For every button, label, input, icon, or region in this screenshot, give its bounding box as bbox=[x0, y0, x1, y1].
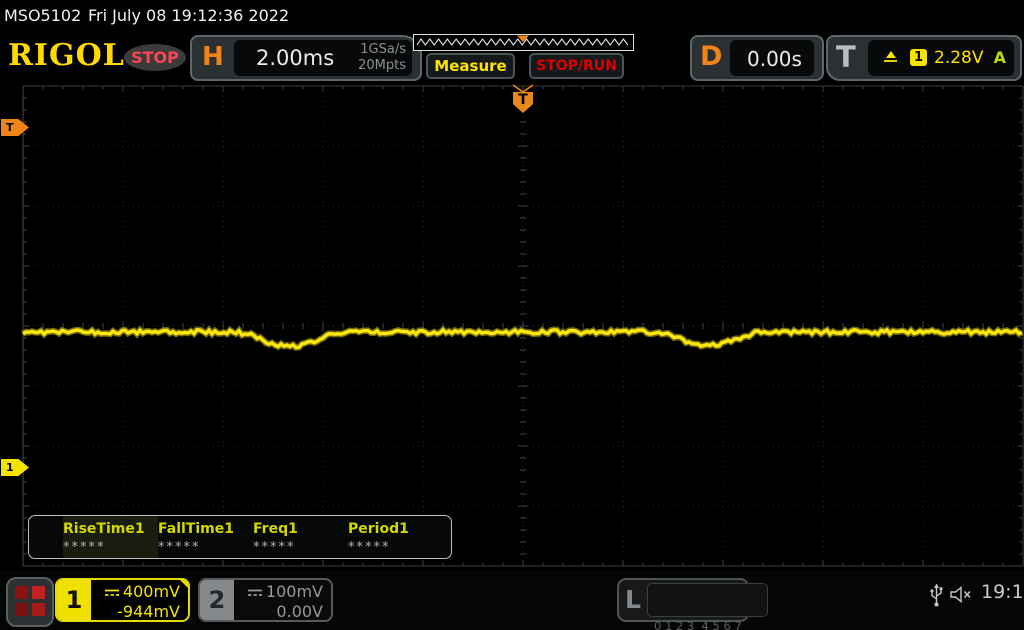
quick-menu-icon[interactable] bbox=[6, 577, 54, 627]
memory-waveform-icon bbox=[413, 34, 634, 51]
measurement-label: RiseTime1 bbox=[63, 521, 145, 537]
trigger-inner: 1 2.28V A bbox=[868, 40, 1014, 76]
measure-button[interactable]: Measure bbox=[426, 53, 515, 79]
trigger-level-value: 2.28V bbox=[934, 48, 984, 68]
channel1-badge[interactable]: 1 400mV -944mV bbox=[55, 578, 190, 622]
dc-coupling-icon bbox=[104, 583, 120, 602]
channel1-corner-fold bbox=[178, 580, 188, 590]
horizontal-inner: 2.00ms 1GSa/s 20Mpts bbox=[234, 40, 412, 76]
model-label: MSO5102 bbox=[4, 6, 82, 25]
bottom-bar: 1 400mV -944mV 2 100mV 0.00V L 0 1 2 3 4… bbox=[0, 570, 1024, 630]
stop-run-button[interactable]: STOP/RUN bbox=[529, 53, 624, 79]
channel2-offset: 0.00V bbox=[276, 602, 323, 621]
run-state-badge: STOP bbox=[124, 44, 186, 71]
waveform-display[interactable]: T 1 T bbox=[0, 82, 1024, 570]
menu-square bbox=[15, 586, 28, 599]
channel2-scale-line: 100mV bbox=[234, 582, 323, 602]
trigger-chevron-icon bbox=[512, 84, 534, 93]
channel1-values: 400mV -944mV bbox=[91, 580, 188, 620]
horizontal-block[interactable]: H 2.00ms 1GSa/s 20Mpts bbox=[190, 35, 422, 81]
trigger-mode-indicator: A bbox=[993, 48, 1006, 67]
trigger-t-badge: T bbox=[513, 92, 533, 113]
logic-channels-badge[interactable]: L 0 1 2 3 4 5 6 7 8 9 1011 12131415 bbox=[617, 578, 769, 630]
speaker-muted-icon[interactable] bbox=[950, 586, 974, 607]
logic-row1: 0 1 2 3 4 5 6 7 bbox=[654, 619, 742, 630]
status-bar: MSO5102 Fri July 08 19:12:36 2022 bbox=[0, 0, 1024, 30]
channel1-scale-line: 400mV bbox=[91, 582, 180, 602]
menu-square bbox=[32, 603, 45, 616]
oscilloscope-screen: MSO5102 Fri July 08 19:12:36 2022 RIGOL … bbox=[0, 0, 1024, 630]
memory-preview-bar[interactable] bbox=[413, 34, 634, 51]
channel1-offset: -944mV bbox=[117, 602, 180, 621]
channel1-number: 1 bbox=[57, 580, 91, 620]
graticule bbox=[21, 85, 1024, 567]
channel2-scale: 100mV bbox=[265, 582, 323, 601]
channel2-values: 100mV 0.00V bbox=[234, 580, 331, 620]
measurement-period[interactable]: Period1 ***** bbox=[348, 516, 443, 558]
dc-coupling-icon bbox=[247, 583, 263, 602]
horizontal-key: H bbox=[202, 42, 224, 72]
header-bar: RIGOL STOP H 2.00ms 1GSa/s 20Mpts Measur… bbox=[0, 30, 1024, 82]
channel2-badge[interactable]: 2 100mV 0.00V bbox=[198, 578, 333, 622]
measurement-label: FallTime1 bbox=[158, 521, 234, 537]
measurements-panel[interactable]: RiseTime1 ***** FallTime1 ***** Freq1 **… bbox=[28, 515, 452, 559]
usb-icon bbox=[929, 583, 944, 612]
rising-edge-trigger-icon bbox=[882, 49, 899, 68]
logic-channel-numbers: 0 1 2 3 4 5 6 7 8 9 1011 12131415 bbox=[647, 583, 769, 630]
sample-rate: 1GSa/s bbox=[360, 42, 406, 57]
measurement-falltime[interactable]: FallTime1 ***** bbox=[158, 516, 253, 558]
clock-label: 19:12 bbox=[981, 581, 1024, 603]
trigger-block[interactable]: T 1 2.28V A bbox=[826, 35, 1022, 81]
timebase-value: 2.00ms bbox=[256, 46, 335, 70]
menu-square bbox=[15, 603, 28, 616]
channel1-scale: 400mV bbox=[122, 582, 180, 601]
delay-value: 0.00s bbox=[747, 47, 802, 71]
trigger-source-badge: 1 bbox=[910, 49, 927, 66]
datetime-label: Fri July 08 19:12:36 2022 bbox=[88, 6, 290, 25]
menu-square bbox=[32, 586, 45, 599]
measurement-value: ***** bbox=[253, 540, 296, 555]
measurement-label: Period1 bbox=[348, 521, 409, 537]
delay-key: D bbox=[700, 41, 723, 72]
trigger-position-marker[interactable]: T bbox=[511, 84, 535, 114]
measurement-value: ***** bbox=[348, 540, 391, 555]
delay-block[interactable]: D 0.00s bbox=[690, 35, 824, 81]
measurement-value: ***** bbox=[63, 540, 106, 555]
acquisition-info: 1GSa/s 20Mpts bbox=[358, 42, 406, 74]
measurement-risetime[interactable]: RiseTime1 ***** bbox=[63, 516, 158, 558]
rigol-logo: RIGOL bbox=[8, 38, 125, 73]
delay-inner: 0.00s bbox=[730, 40, 814, 76]
measurement-value: ***** bbox=[158, 540, 201, 555]
memory-depth: 20Mpts bbox=[358, 58, 406, 73]
logic-key: L bbox=[625, 585, 641, 614]
measurement-freq[interactable]: Freq1 ***** bbox=[253, 516, 348, 558]
trigger-key: T bbox=[836, 40, 856, 74]
channel2-number: 2 bbox=[200, 580, 234, 620]
measurement-label: Freq1 bbox=[253, 521, 298, 537]
